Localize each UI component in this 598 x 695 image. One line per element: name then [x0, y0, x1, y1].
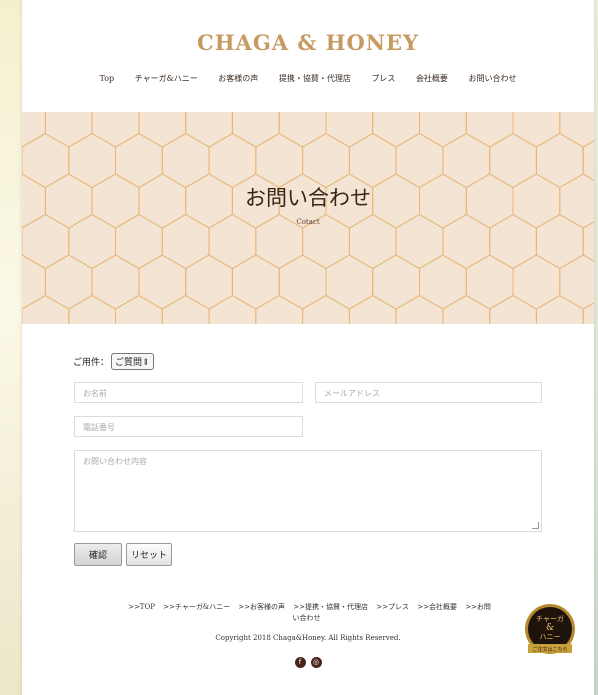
hexagon-cell	[138, 254, 187, 310]
footer-nav: >>TOP >>チャーガ&ハニー >>お客様の声 >>提携・協賛・代理店 >>プ…	[122, 602, 494, 624]
hero-banner: お問い合わせ Cotact	[22, 112, 594, 324]
name-field[interactable]: お名前	[74, 382, 303, 403]
hexagon-cell	[442, 294, 491, 324]
nav-item-chaga-honey[interactable]: チャーガ&ハニー	[135, 74, 198, 83]
order-badge[interactable]: チャーガ & ハニー ご注文はこちら	[523, 597, 577, 665]
hexagon-cell	[372, 254, 420, 310]
hexagon-cell	[255, 132, 304, 189]
hexagon-cell	[582, 302, 594, 324]
select-arrows-icon: ⇕	[142, 358, 150, 368]
hexagon-cell	[419, 112, 467, 148]
footer-link-press[interactable]: >>プレス	[376, 603, 409, 611]
badge-text-2: &	[546, 623, 554, 633]
main-nav: Top チャーガ&ハニー お客様の声 提携・協賛・代理店 プレス 会社概要 お問…	[22, 73, 594, 84]
hexagon-cell	[185, 254, 233, 310]
hexagon-cell	[68, 132, 116, 189]
site-logo[interactable]: CHAGA & HONEY	[22, 30, 594, 55]
hexagon-cell	[278, 254, 327, 310]
page-background-left	[0, 0, 22, 695]
hexagon-cell	[395, 132, 444, 189]
hexagon-cell	[302, 132, 350, 189]
reset-button[interactable]: リセット	[126, 543, 172, 566]
inquiry-type-select[interactable]: ご質問⇕	[111, 353, 154, 370]
hexagon-cell	[489, 294, 537, 324]
hexagon-cell	[372, 112, 420, 148]
hexagon-cell	[512, 254, 561, 310]
hexagon-cell	[68, 294, 116, 324]
badge-text-3: ハニー	[540, 633, 561, 641]
footer-link-voices[interactable]: >>お客様の声	[238, 603, 285, 611]
hexagon-cell	[161, 132, 210, 189]
facebook-icon[interactable]: f	[294, 657, 306, 668]
hexagon-cell	[231, 254, 280, 310]
hexagon-cell	[442, 132, 491, 189]
hexagon-cell	[302, 294, 350, 324]
hexagon-cell	[278, 112, 327, 148]
hexagon-cell	[91, 112, 140, 148]
hexagon-cell	[115, 132, 163, 189]
hexagon-cell	[115, 294, 163, 324]
hexagon-cell	[22, 254, 46, 310]
footer-link-company[interactable]: >>会社概要	[417, 603, 457, 611]
hexagon-cell	[348, 132, 397, 189]
name-field-placeholder: お名前	[83, 389, 107, 398]
hexagon-cell	[91, 254, 140, 310]
inquiry-type-row: ご用件： ご質問⇕	[73, 353, 154, 370]
footer-link-top[interactable]: >>TOP	[128, 603, 155, 611]
page-title: お問い合わせ	[245, 186, 371, 210]
message-textarea[interactable]: お問い合わせ内容	[74, 450, 542, 532]
instagram-icon[interactable]: ◎	[310, 657, 322, 668]
hexagon-cell	[161, 294, 210, 324]
nav-item-contact[interactable]: お問い合わせ	[468, 74, 516, 83]
social-links: f ◎	[22, 657, 594, 668]
hexagon-cell	[231, 112, 280, 148]
phone-field-placeholder: 電話番号	[83, 423, 115, 432]
inquiry-type-value: ご質問	[115, 358, 143, 368]
email-field-placeholder: メールアドレス	[324, 389, 380, 398]
hexagon-cell	[44, 112, 93, 148]
hexagon-cell	[22, 294, 70, 324]
hexagon-cell	[208, 294, 257, 324]
hexagon-cell	[465, 112, 514, 148]
hexagon-cell	[489, 132, 537, 189]
resize-grip-icon[interactable]	[532, 522, 539, 529]
badge-text-4: ご注文はこちら	[532, 646, 567, 653]
nav-item-voices[interactable]: お客様の声	[218, 74, 258, 83]
hexagon-cell	[559, 112, 594, 148]
phone-field[interactable]: 電話番号	[74, 416, 303, 437]
hexagon-cell	[559, 254, 594, 310]
hexagon-cell	[465, 254, 514, 310]
copyright-text: Copyright 2018 Chaga&Honey. All Rights R…	[215, 634, 401, 642]
hexagon-cell	[348, 294, 397, 324]
badge-text-1: チャーガ	[536, 614, 564, 623]
page-subtitle: Cotact	[296, 218, 320, 226]
hexagon-cell	[22, 132, 70, 189]
hexagon-cell	[325, 254, 374, 310]
page-container: CHAGA & HONEY Top チャーガ&ハニー お客様の声 提携・協賛・代…	[22, 0, 594, 695]
nav-item-top[interactable]: Top	[100, 74, 115, 83]
email-field[interactable]: メールアドレス	[315, 382, 542, 403]
footer-link-partners[interactable]: >>提携・協賛・代理店	[293, 603, 368, 611]
hexagon-cell	[535, 294, 584, 324]
confirm-button[interactable]: 確認	[74, 543, 122, 566]
hexagon-cell	[535, 132, 584, 189]
hexagon-cell	[185, 112, 233, 148]
hexagon-cell	[138, 112, 187, 148]
hexagon-cell	[22, 112, 46, 148]
hexagon-cell	[325, 112, 374, 148]
hexagon-cell	[255, 294, 304, 324]
inquiry-type-label: ご用件：	[73, 358, 110, 368]
nav-item-press[interactable]: プレス	[371, 74, 395, 83]
footer-link-chaga-honey[interactable]: >>チャーガ&ハニー	[163, 603, 230, 611]
nav-item-partners[interactable]: 提携・協賛・代理店	[279, 74, 351, 83]
nav-item-company[interactable]: 会社概要	[416, 74, 448, 83]
hexagon-cell	[208, 132, 257, 189]
hexagon-cell	[512, 112, 561, 148]
hexagon-cell	[395, 294, 444, 324]
message-textarea-placeholder: お問い合わせ内容	[83, 457, 147, 466]
hexagon-cell	[44, 254, 93, 310]
hexagon-cell	[419, 254, 467, 310]
